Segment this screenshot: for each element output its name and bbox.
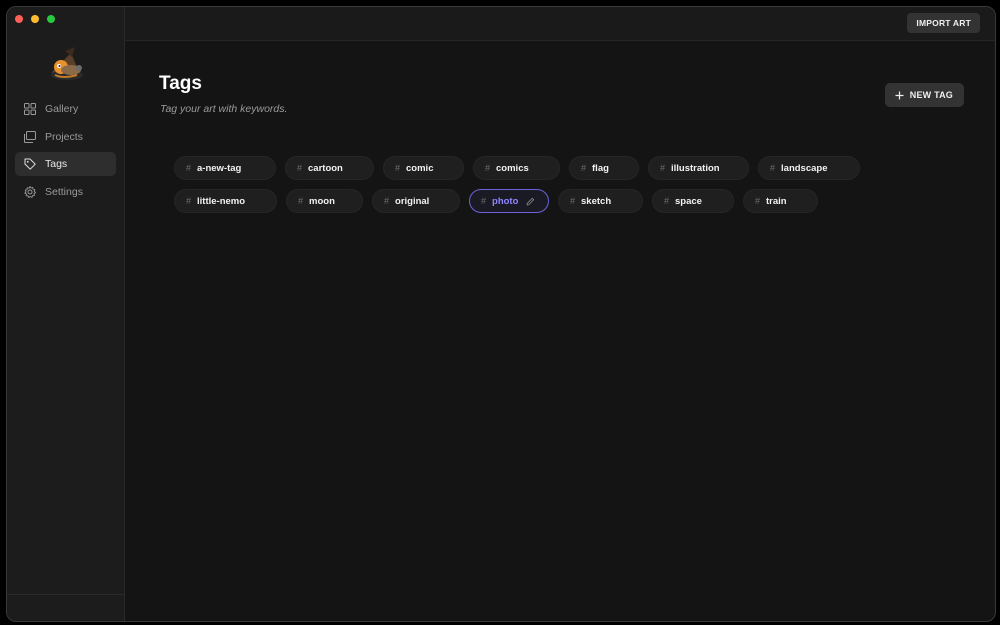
tag-chip[interactable]: # moon bbox=[286, 189, 363, 213]
sidebar-item-label: Settings bbox=[45, 185, 83, 198]
hash-icon: # bbox=[481, 196, 487, 206]
tag-chip[interactable]: # cartoon bbox=[285, 156, 374, 180]
hash-icon: # bbox=[581, 163, 587, 173]
pencil-icon[interactable] bbox=[526, 197, 535, 206]
tag-chip-selected[interactable]: # photo bbox=[469, 189, 549, 213]
sidebar-item-tags[interactable]: Tags bbox=[15, 152, 116, 176]
hash-icon: # bbox=[384, 196, 390, 206]
tag-label: original bbox=[395, 195, 430, 207]
sidebar-item-projects[interactable]: Projects bbox=[15, 125, 116, 149]
app-window: Gallery Projects Tags Settings IMPORT AR… bbox=[6, 6, 996, 622]
sidebar-footer bbox=[7, 594, 124, 621]
sidebar-item-settings[interactable]: Settings bbox=[15, 180, 116, 204]
sidebar-nav: Gallery Projects Tags Settings bbox=[15, 97, 116, 207]
tag-chip[interactable]: # original bbox=[372, 189, 460, 213]
hash-icon: # bbox=[298, 196, 304, 206]
hash-icon: # bbox=[297, 163, 303, 173]
sidebar: Gallery Projects Tags Settings bbox=[7, 7, 125, 621]
folders-icon bbox=[24, 130, 36, 143]
tag-label: moon bbox=[309, 195, 335, 207]
tag-label: sketch bbox=[581, 195, 612, 207]
tag-chip[interactable]: # flag bbox=[569, 156, 639, 180]
hash-icon: # bbox=[664, 196, 670, 206]
new-tag-label: NEW TAG bbox=[909, 90, 953, 100]
topbar: IMPORT ART bbox=[125, 7, 995, 41]
tag-chip[interactable]: # train bbox=[743, 189, 818, 213]
sidebar-item-label: Gallery bbox=[45, 103, 79, 115]
tag-chip[interactable]: # little-nemo bbox=[174, 189, 277, 213]
tag-row: # a-new-tag # cartoon # comic # comics #… bbox=[174, 156, 894, 180]
tag-chip[interactable]: # a-new-tag bbox=[174, 156, 276, 180]
tag-label: comic bbox=[406, 162, 434, 174]
tag-chip[interactable]: # comic bbox=[383, 156, 464, 180]
tag-chip[interactable]: # comics bbox=[473, 156, 560, 180]
tag-label: cartoon bbox=[308, 162, 343, 174]
hash-icon: # bbox=[570, 196, 576, 206]
grid-icon bbox=[24, 103, 36, 115]
tag-row: # little-nemo # moon # original # photo … bbox=[174, 189, 894, 213]
tag-chip[interactable]: # illustration bbox=[648, 156, 749, 180]
sidebar-item-label: Projects bbox=[45, 130, 83, 143]
hash-icon: # bbox=[186, 196, 192, 206]
tag-label: space bbox=[675, 195, 702, 207]
close-window-button[interactable] bbox=[15, 15, 23, 23]
tag-label: little-nemo bbox=[197, 195, 246, 207]
import-art-button[interactable]: IMPORT ART bbox=[907, 13, 980, 33]
new-tag-button[interactable]: NEW TAG bbox=[884, 83, 964, 107]
hash-icon: # bbox=[186, 163, 192, 173]
tag-chip[interactable]: # space bbox=[652, 189, 734, 213]
gear-icon bbox=[24, 185, 36, 198]
hash-icon: # bbox=[485, 163, 491, 173]
plus-icon bbox=[895, 91, 904, 99]
page-subtitle: Tag your art with keywords. bbox=[160, 103, 288, 115]
hash-icon: # bbox=[660, 163, 666, 173]
tag-list: # a-new-tag # cartoon # comic # comics #… bbox=[174, 156, 894, 222]
sidebar-item-label: Tags bbox=[45, 158, 68, 170]
tag-label: train bbox=[766, 195, 787, 207]
hash-icon: # bbox=[755, 196, 761, 206]
hash-icon: # bbox=[770, 163, 776, 173]
wizard-creature-icon bbox=[41, 45, 89, 85]
tag-label: flag bbox=[592, 162, 609, 174]
tag-label: a-new-tag bbox=[197, 162, 242, 174]
sidebar-item-gallery[interactable]: Gallery bbox=[15, 97, 116, 121]
zoom-window-button[interactable] bbox=[47, 15, 55, 23]
window-controls bbox=[15, 15, 55, 23]
tag-icon bbox=[24, 158, 36, 170]
page-title: Tags bbox=[159, 73, 202, 94]
tag-label: landscape bbox=[781, 162, 828, 174]
tag-chip[interactable]: # sketch bbox=[558, 189, 643, 213]
hash-icon: # bbox=[395, 163, 401, 173]
tag-label: photo bbox=[492, 195, 519, 207]
tag-label: illustration bbox=[671, 162, 720, 174]
tag-label: comics bbox=[496, 162, 529, 174]
minimize-window-button[interactable] bbox=[31, 15, 39, 23]
tag-chip[interactable]: # landscape bbox=[758, 156, 860, 180]
